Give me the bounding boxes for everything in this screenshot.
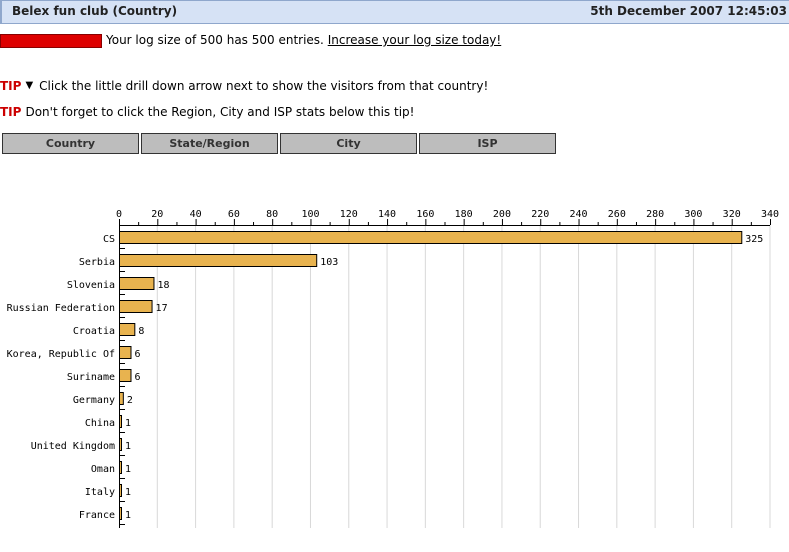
category-label: Italy [85,487,115,498]
data-label: 17 [156,303,168,314]
header-datetime: 5th December 2007 12:45:03 [590,4,787,18]
x-tick-label: 200 [493,209,511,220]
data-label: 1 [125,441,131,452]
bar [119,369,132,382]
x-tick-label: 160 [416,209,434,220]
tab-state-region[interactable]: State/Region [141,133,278,154]
page-header: Belex fun club (Country) 5th December 20… [0,0,789,24]
x-tick-label: 120 [340,209,358,220]
x-tick-label: 140 [378,209,396,220]
increase-log-size-link[interactable]: Increase your log size today! [328,33,502,47]
data-label: 18 [157,280,169,291]
page-title: Belex fun club (Country) [12,4,178,18]
category-label: France [79,510,115,521]
tip-label: TIP [0,79,22,93]
bar [119,277,155,290]
tip-text: Don't forget to click the Region, City a… [25,105,415,119]
tab-country[interactable]: Country [2,133,139,154]
tip-drill-down: TIP ▼ Click the little drill down arrow ne… [0,79,488,93]
x-tick-label: 180 [455,209,473,220]
category-label: Croatia [73,326,115,337]
x-tick-label: 320 [723,209,741,220]
category-label: Suriname [67,372,115,383]
bar [119,507,122,520]
log-status-message: Your log size of 500 has 500 entries. [106,33,324,47]
category-label: Germany [73,395,115,406]
data-label: 6 [134,349,140,360]
x-tick-label: 0 [116,209,122,220]
x-tick-label: 300 [684,209,702,220]
x-tick-label: 260 [608,209,626,220]
category-label: CS [103,234,115,245]
data-label: 103 [320,257,338,268]
data-label: 6 [134,372,140,383]
bar [119,415,122,428]
category-label: Oman [91,464,115,475]
tip-text: Click the little drill down arrow next t… [39,79,489,93]
tip-label: TIP [0,105,22,119]
x-tick-label: 280 [646,209,664,220]
tab-isp[interactable]: ISP [419,133,556,154]
category-label: Serbia [79,257,115,268]
data-label: 1 [125,510,131,521]
data-label: 1 [125,464,131,475]
bar [119,254,318,267]
x-tick-label: 340 [761,209,779,220]
tip-stats: TIP Don't forget to click the Region, Cit… [0,105,414,119]
category-label: Slovenia [67,280,115,291]
data-label: 325 [745,234,763,245]
x-tick-label: 80 [266,209,278,220]
tab-city[interactable]: City [280,133,417,154]
log-usage-bar [0,34,102,48]
category-label: Russian Federation [7,303,115,314]
bar [119,484,122,497]
data-label: 1 [125,487,131,498]
x-tick-label: 100 [301,209,319,220]
bar [119,231,743,244]
x-tick-label: 220 [531,209,549,220]
bar [119,438,122,451]
x-tick-label: 40 [190,209,202,220]
data-label: 8 [138,326,144,337]
country-bar-chart: 0 20 40 60 80 100 120 140 160 180 200 220 240 260 280 3… [7,209,779,528]
data-label: 2 [127,395,133,406]
log-status: Your log size of 500 has 500 entries. In… [106,33,501,47]
x-tick-label: 20 [151,209,163,220]
category-label: China [85,418,115,429]
bar [119,392,124,405]
x-tick-label: 60 [228,209,240,220]
bar [119,323,136,336]
category-label: Korea, Republic Of [7,349,115,360]
x-tick-label: 240 [569,209,587,220]
category-label: United Kingdom [31,441,115,452]
bar [119,461,122,474]
bar [119,346,132,359]
data-label: 1 [125,418,131,429]
drill-down-arrow-icon: ▼ [25,80,34,91]
bar [119,300,153,313]
